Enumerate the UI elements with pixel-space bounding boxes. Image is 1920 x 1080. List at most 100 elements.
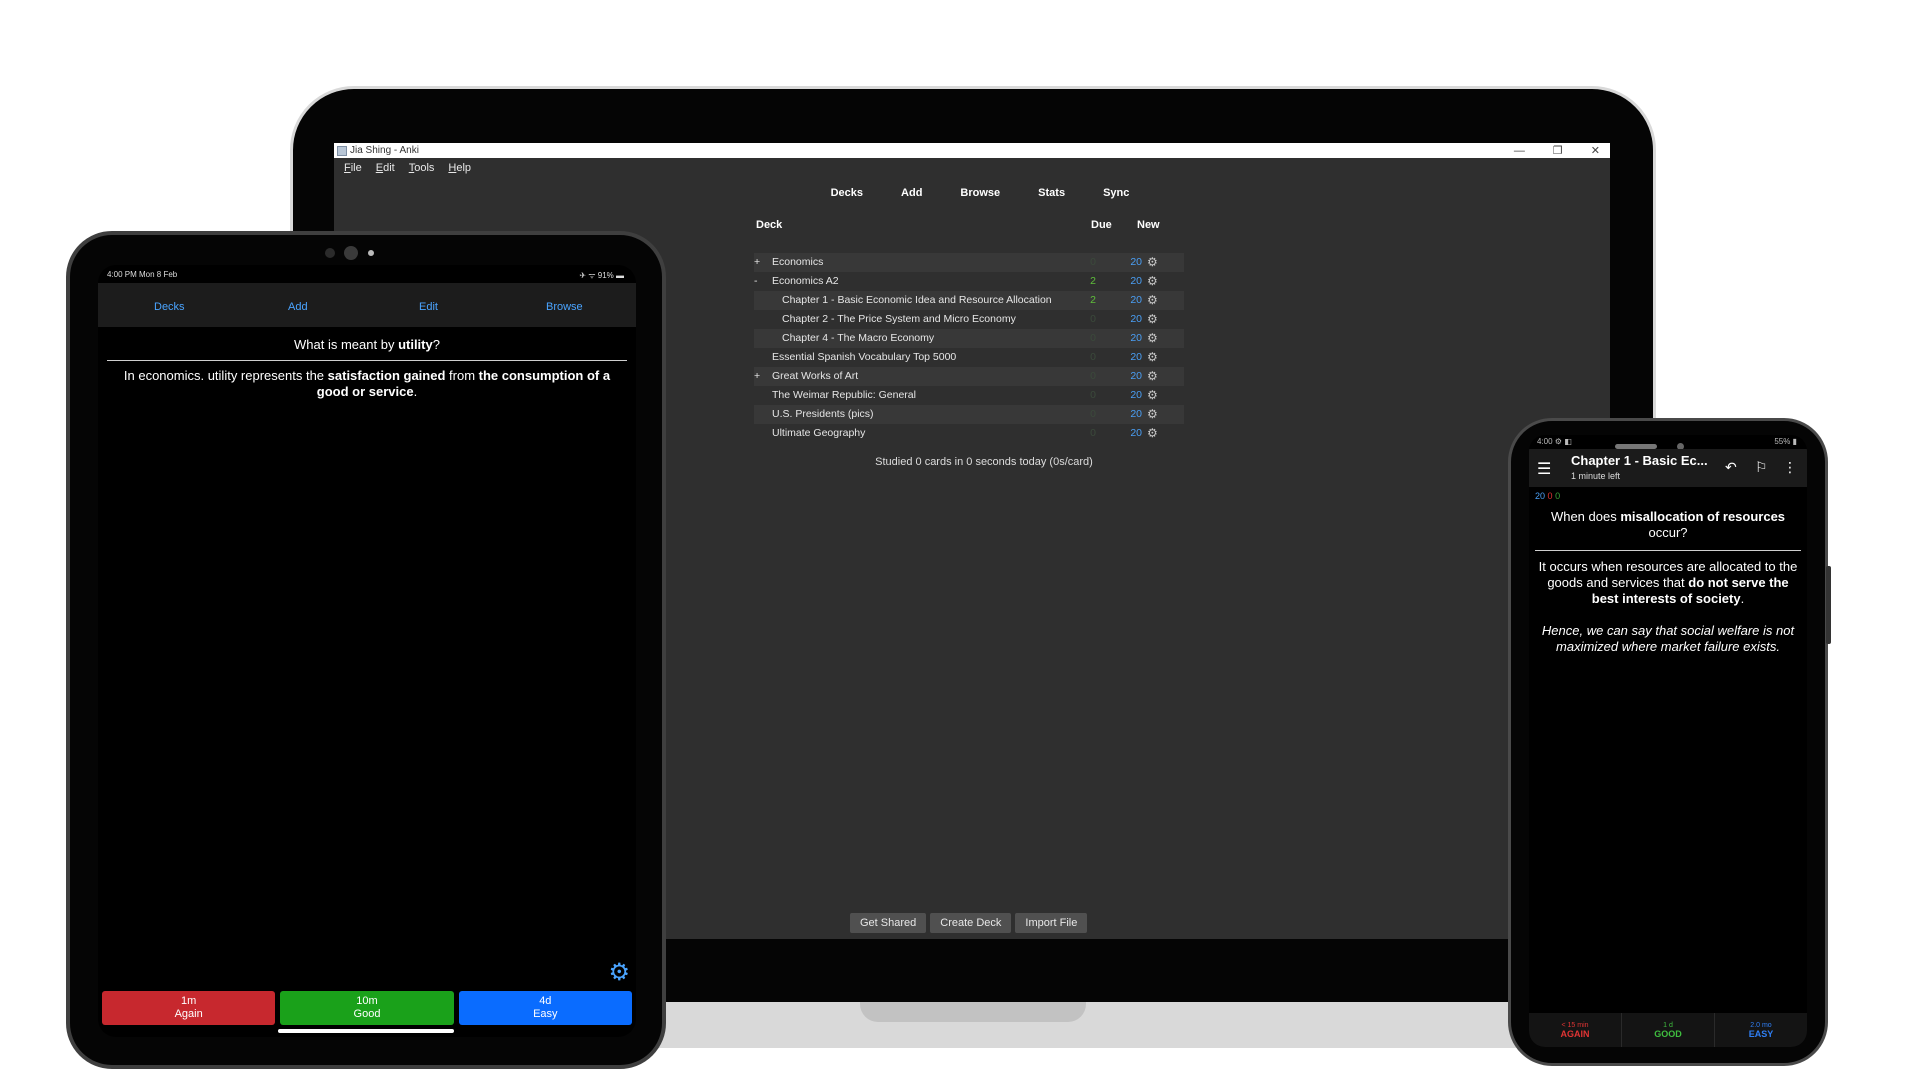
gear-icon[interactable]: ⚙ — [1147, 310, 1158, 329]
question-text: What is meant by — [294, 337, 399, 352]
deck-row[interactable]: + Great Works of Art 0 20 ⚙ — [754, 367, 1184, 386]
tablet-answer-buttons: 1m Again 10m Good 4d Easy — [102, 991, 632, 1025]
gear-icon[interactable]: ⚙ — [1147, 253, 1158, 272]
tablet-nav-decks[interactable]: Decks — [154, 301, 185, 313]
good-button[interactable]: 10m Good — [280, 991, 454, 1025]
phone-status-bar: 4:00 ⚙ ◧ 55% ▮ — [1529, 435, 1807, 450]
easy-button[interactable]: 4d Easy — [458, 991, 632, 1025]
hamburger-menu-icon[interactable]: ☰ — [1537, 459, 1551, 479]
deck-name[interactable]: U.S. Presidents (pics) — [772, 405, 874, 424]
question-text: occur? — [1648, 525, 1688, 540]
phone-toolbar: ☰ Chapter 1 - Basic Ec... 1 minute left … — [1529, 449, 1807, 487]
gear-icon[interactable]: ⚙ — [608, 958, 630, 987]
nav-stats[interactable]: Stats — [1038, 187, 1065, 199]
tablet-nav-edit[interactable]: Edit — [419, 301, 438, 313]
laptop-notch — [860, 1002, 1086, 1022]
phone-easy-button[interactable]: 2.0 mo EASY — [1715, 1013, 1807, 1047]
phone-good-button[interactable]: 1 d GOOD — [1622, 1013, 1715, 1047]
deck-row[interactable]: - Economics A2 2 20 ⚙ — [754, 272, 1184, 291]
gear-icon[interactable]: ⚙ — [1147, 348, 1158, 367]
tablet-frame: 4:00 PM Mon 8 Feb ✈ ᯤ 91% ▬ Decks Add Ed… — [66, 231, 666, 1069]
easy-interval: 2.0 mo — [1750, 1021, 1772, 1029]
column-deck: Deck — [756, 219, 783, 231]
deck-name[interactable]: Economics — [772, 253, 823, 272]
again-button[interactable]: 1m Again — [102, 991, 276, 1025]
deck-row[interactable]: Chapter 1 - Basic Economic Idea and Reso… — [754, 291, 1184, 310]
good-interval: 1 d — [1663, 1021, 1673, 1029]
gear-icon[interactable]: ⚙ — [1147, 367, 1158, 386]
tablet-status-icons: ✈ ᯤ 91% ▬ — [579, 271, 624, 280]
deck-row[interactable]: Chapter 2 - The Price System and Micro E… — [754, 310, 1184, 329]
phone-card-question: When does misallocation of resources occ… — [1529, 509, 1807, 541]
card-divider — [1535, 550, 1801, 551]
minimize-icon[interactable]: — — [1514, 145, 1525, 157]
close-icon[interactable]: ✕ — [1591, 144, 1600, 157]
deck-row[interactable]: The Weimar Republic: General 0 20 ⚙ — [754, 386, 1184, 405]
tablet-nav-add[interactable]: Add — [288, 301, 308, 313]
gear-icon[interactable]: ⚙ — [1147, 386, 1158, 405]
deck-new-count: 20 — [1130, 427, 1142, 439]
deck-actions: Get Shared Create Deck Import File — [850, 913, 1088, 933]
deck-row[interactable]: Ultimate Geography 0 20 ⚙ — [754, 424, 1184, 443]
nav-browse[interactable]: Browse — [960, 187, 1000, 199]
deck-name[interactable]: Ultimate Geography — [772, 424, 865, 443]
home-indicator[interactable] — [278, 1029, 454, 1033]
title-bar: Jia Shing - Anki — ❐ ✕ — [334, 143, 1610, 158]
menu-tools[interactable]: Tools — [409, 162, 435, 174]
phone-again-button[interactable]: < 15 min AGAIN — [1529, 1013, 1622, 1047]
import-file-button[interactable]: Import File — [1015, 913, 1088, 933]
phone-time-left: 1 minute left — [1571, 471, 1621, 481]
expand-icon[interactable]: + — [754, 253, 760, 272]
again-label: Again — [174, 1008, 203, 1020]
deck-new-count: 20 — [1130, 351, 1142, 363]
menu-file[interactable]: File — [344, 162, 362, 174]
again-interval: 1m — [181, 995, 197, 1007]
undo-icon[interactable]: ↶ — [1725, 459, 1737, 476]
gear-icon[interactable]: ⚙ — [1147, 272, 1158, 291]
deck-row[interactable]: Chapter 4 - The Macro Economy 0 20 ⚙ — [754, 329, 1184, 348]
window-controls: — ❐ ✕ — [1514, 143, 1600, 158]
tablet-card-answer: In economics. utility represents the sat… — [98, 368, 636, 400]
deck-name[interactable]: Chapter 1 - Basic Economic Idea and Reso… — [782, 291, 1052, 310]
restore-icon[interactable]: ❐ — [1553, 144, 1563, 157]
deck-row[interactable]: Essential Spanish Vocabulary Top 5000 0 20… — [754, 348, 1184, 367]
new-count: 20 — [1535, 491, 1546, 501]
column-new: New — [1137, 219, 1160, 231]
phone-card-note: Hence, we can say that social welfare is… — [1541, 623, 1795, 654]
main-toolbar: Decks Add Browse Stats Sync — [350, 187, 1610, 199]
deck-name[interactable]: Great Works of Art — [772, 367, 858, 386]
learn-count: 0 — [1547, 491, 1553, 501]
deck-row[interactable]: + Economics 0 20 ⚙ — [754, 253, 1184, 272]
deck-name[interactable]: Essential Spanish Vocabulary Top 5000 — [772, 348, 956, 367]
menu-help[interactable]: Help — [448, 162, 471, 174]
flag-icon[interactable]: ⚐ — [1755, 459, 1768, 476]
deck-name[interactable]: Economics A2 — [772, 272, 839, 291]
collapse-icon[interactable]: - — [754, 272, 758, 291]
create-deck-button[interactable]: Create Deck — [930, 913, 1012, 933]
phone-screen: 4:00 ⚙ ◧ 55% ▮ ☰ Chapter 1 - Basic Ec...… — [1529, 435, 1807, 1047]
gear-icon[interactable]: ⚙ — [1147, 291, 1158, 310]
deck-name[interactable]: Chapter 4 - The Macro Economy — [782, 329, 934, 348]
deck-table-header: Deck Due New — [756, 219, 1176, 231]
tablet-nav-browse[interactable]: Browse — [546, 301, 583, 313]
deck-due-count: 0 — [1090, 313, 1096, 325]
deck-name[interactable]: Chapter 2 - The Price System and Micro E… — [782, 310, 1016, 329]
good-label: GOOD — [1654, 1028, 1682, 1039]
deck-due-count: 2 — [1090, 294, 1096, 306]
easy-label: EASY — [1748, 1028, 1774, 1039]
get-shared-button[interactable]: Get Shared — [850, 913, 927, 933]
more-vert-icon[interactable]: ⋮ — [1783, 459, 1797, 476]
nav-decks[interactable]: Decks — [831, 187, 863, 199]
nav-add[interactable]: Add — [901, 187, 922, 199]
menu-edit[interactable]: Edit — [376, 162, 395, 174]
deck-row[interactable]: U.S. Presidents (pics) 0 20 ⚙ — [754, 405, 1184, 424]
deck-due-count: 0 — [1090, 427, 1096, 439]
gear-icon[interactable]: ⚙ — [1147, 329, 1158, 348]
phone-card-counts: 20 0 0 — [1529, 487, 1807, 505]
gear-icon[interactable]: ⚙ — [1147, 405, 1158, 424]
phone-deck-title: Chapter 1 - Basic Ec... — [1571, 453, 1708, 468]
deck-name[interactable]: The Weimar Republic: General — [772, 386, 916, 405]
expand-icon[interactable]: + — [754, 367, 760, 386]
nav-sync[interactable]: Sync — [1103, 187, 1129, 199]
gear-icon[interactable]: ⚙ — [1147, 424, 1158, 443]
